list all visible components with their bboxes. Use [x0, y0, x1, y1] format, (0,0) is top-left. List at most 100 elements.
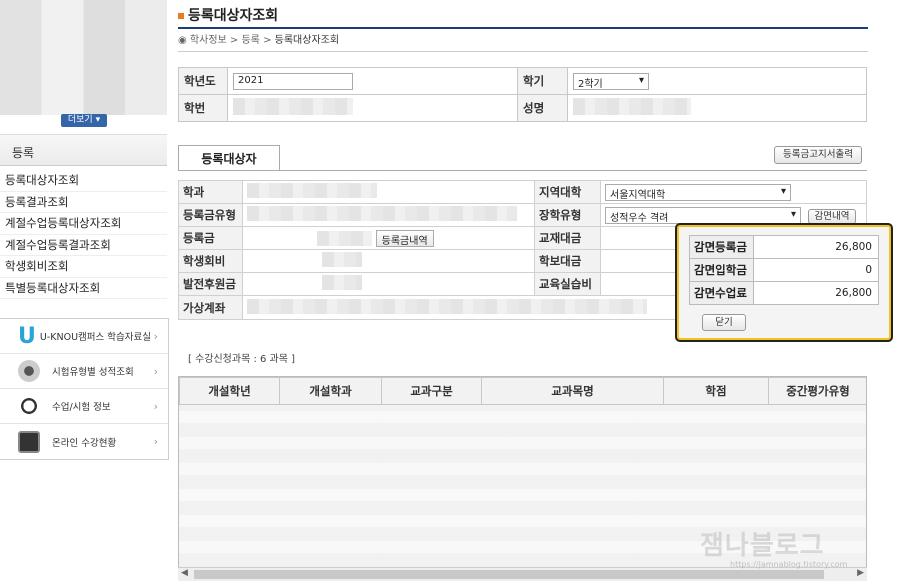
reduction-label: 감면수업료 — [689, 281, 754, 305]
sidebar-item-student-fee[interactable]: 학생회비조회 — [0, 256, 167, 278]
quick-link-label: U-KNOU캠퍼스 학습자료실 — [39, 332, 151, 343]
quick-link-exam-grades[interactable]: 시험유형별 성적조회 › — [0, 354, 168, 389]
reduction-value: 0 — [753, 258, 879, 282]
print-notice-button[interactable]: 등록금고지서출력 — [774, 146, 862, 164]
reduction-label: 감면입학금 — [689, 258, 754, 282]
sidebar-item-registration-result[interactable]: 등록결과조회 — [0, 192, 167, 213]
horizontal-scrollbar[interactable]: ◀ ▶ — [178, 567, 867, 581]
tab-registration-target[interactable]: 등록대상자 — [178, 145, 280, 171]
breadcrumb-item[interactable]: 학사정보 — [190, 35, 227, 46]
chevron-right-icon: › — [153, 364, 158, 378]
col-header-eval-type: 중간평가유형 — [768, 377, 866, 405]
col-header-credits: 학점 — [663, 377, 769, 405]
sidebar-item-special-target[interactable]: 특별등록대상자조회 — [0, 278, 167, 299]
tab-divider — [178, 170, 867, 171]
title-bullet-icon — [178, 13, 184, 19]
scholarship-select-value: 성적우수 격려 — [610, 212, 669, 224]
page-title: 등록대상자조회 — [178, 5, 278, 25]
reduction-value: 26,800 — [753, 235, 879, 259]
practice-fee-label: 교육실습비 — [534, 272, 601, 296]
dev-fund-blurred — [322, 275, 362, 290]
home-icon: ◉ — [178, 35, 187, 46]
chevron-right-icon: › — [153, 435, 158, 448]
scholarship-select[interactable]: 성적우수 격려 ▾ — [605, 206, 801, 224]
dev-fund-label: 발전후원금 — [178, 272, 243, 296]
virtual-account-label: 가상계좌 — [178, 295, 243, 320]
col-header-category: 교과구분 — [381, 377, 482, 405]
col-header-course-name: 교과목명 — [481, 377, 664, 405]
quick-link-ukn-campus[interactable]: U U-KNOU캠퍼스 학습자료실 › — [0, 319, 168, 354]
quick-link-label: 온라인 수강현황 — [52, 437, 117, 449]
quick-link-class-exam-info[interactable]: 수업/시험 정보 › — [0, 389, 168, 424]
year-label: 학년도 — [178, 67, 228, 95]
breadcrumb-item: 등록대상자조회 — [274, 35, 340, 46]
title-divider — [178, 27, 868, 29]
course-count: [ 수강신청과목 : 6 과목 ] — [188, 354, 296, 365]
chevron-down-icon: ▾ — [638, 74, 644, 86]
council-fee-label: 학생회비 — [178, 249, 243, 273]
fee-type-label: 등록금유형 — [178, 203, 243, 227]
chevron-right-icon: › — [153, 329, 158, 343]
term-select-value: 2학기 — [578, 78, 603, 90]
reduction-detail-button[interactable]: 감면내역 — [808, 209, 856, 224]
quick-link-label: 수업/시험 정보 — [52, 402, 111, 413]
paper-fee-label: 학보대금 — [534, 249, 601, 273]
more-button-label: 더보기 — [67, 115, 93, 125]
reduction-value: 26,800 — [753, 281, 879, 305]
tuition-label: 등록금 — [178, 226, 243, 250]
student-info-table: 학년도 2021 학기 2학기 ▾ 학번 성명 — [178, 67, 867, 122]
watermark: 잼나블로그 — [700, 531, 825, 561]
name-blurred — [573, 98, 691, 115]
col-header-year: 개설학년 — [179, 377, 280, 405]
dept-label: 학과 — [178, 180, 243, 204]
tuition-blurred — [317, 230, 372, 246]
reduction-label: 감면등록금 — [689, 235, 754, 259]
region-select-value: 서울지역대학 — [610, 189, 666, 201]
chevron-down-icon: ▾ — [780, 185, 786, 197]
scroll-left-icon[interactable]: ◀ — [181, 568, 188, 578]
fee-type-blurred — [247, 206, 517, 221]
breadcrumb: ◉ 학사정보 > 등록 > 등록대상자조회 — [178, 35, 340, 46]
headset-icon — [18, 395, 40, 417]
breadcrumb-item[interactable]: 등록 — [241, 35, 259, 46]
council-fee-blurred — [322, 252, 362, 267]
textbook-label: 교재대금 — [534, 226, 601, 250]
page-title-text: 등록대상자조회 — [188, 8, 279, 24]
quick-links: U U-KNOU캠퍼스 학습자료실 › 시험유형별 성적조회 › 수업/시험 정… — [0, 318, 169, 460]
student-id-label: 학번 — [178, 94, 228, 122]
sidebar-item-seasonal-result[interactable]: 계절수업등록결과조회 — [0, 235, 167, 256]
year-input[interactable]: 2021 — [233, 72, 353, 90]
profile-image-blurred — [0, 0, 167, 115]
monitor-icon — [18, 430, 40, 453]
region-select[interactable]: 서울지역대학 ▾ — [605, 183, 791, 201]
close-button[interactable]: 닫기 — [702, 314, 746, 331]
chevron-down-icon: ▾ — [95, 115, 101, 125]
more-button[interactable]: 더보기 ▾ — [61, 114, 107, 127]
chevron-right-icon: › — [153, 399, 158, 413]
scholarship-label: 장학유형 — [534, 203, 601, 227]
term-label: 학기 — [517, 67, 568, 95]
scroll-right-icon[interactable]: ▶ — [857, 568, 864, 578]
sidebar-section-title: 등록 — [0, 134, 167, 166]
sidebar-item-seasonal-target[interactable]: 계절수업등록대상자조회 — [0, 213, 167, 235]
pen-icon — [18, 360, 40, 382]
sidebar-item-registration-target[interactable]: 등록대상자조회 — [0, 170, 167, 192]
dept-blurred — [247, 183, 377, 198]
u-knou-logo-icon: U — [18, 323, 36, 349]
term-select[interactable]: 2학기 ▾ — [573, 72, 649, 90]
virtual-account-blurred — [247, 298, 647, 314]
scrollbar-thumb[interactable] — [194, 570, 824, 579]
breadcrumb-divider — [178, 51, 868, 52]
region-label: 지역대학 — [534, 180, 601, 204]
student-id-blurred — [233, 98, 353, 115]
quick-link-online-status[interactable]: 온라인 수강현황 › — [0, 424, 168, 459]
name-label: 성명 — [517, 94, 568, 122]
watermark-url: https://jamnablog.tistory.com — [730, 560, 848, 569]
quick-link-label: 시험유형별 성적조회 — [52, 367, 134, 378]
col-header-dept: 개설학과 — [279, 377, 382, 405]
sidebar-menu: 등록대상자조회 등록결과조회 계절수업등록대상자조회 계절수업등록결과조회 학생… — [0, 170, 167, 299]
chevron-down-icon: ▾ — [790, 208, 796, 220]
tuition-detail-button[interactable]: 등록금내역 — [375, 229, 434, 247]
course-table: 개설학년 개설학과 교과구분 교과목명 학점 중간평가유형 — [179, 377, 866, 405]
reduction-popup: 감면등록금 26,800 감면입학금 0 감면수업료 26,800 닫기 — [675, 223, 893, 342]
